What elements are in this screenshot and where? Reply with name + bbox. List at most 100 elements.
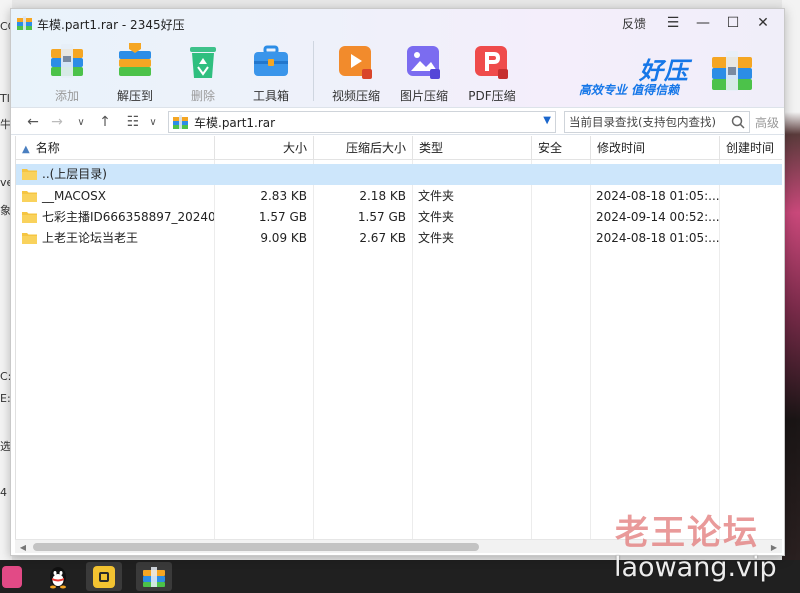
row-size: 2.83 KB: [260, 189, 307, 203]
row-size: 1.57 GB: [258, 210, 307, 224]
forward-button[interactable]: →: [47, 112, 67, 132]
toolbar-separator: [313, 41, 314, 101]
add-label: 添加: [54, 89, 79, 103]
back-button[interactable]: ←: [23, 112, 43, 132]
extract-icon: [119, 43, 151, 76]
path-field[interactable]: 车模.part1.rar ▼: [168, 111, 556, 133]
row-name: 七彩主播ID666358897_20240...: [42, 210, 214, 224]
window-title: 车模.part1.rar - 2345好压: [37, 18, 185, 32]
file-list: ▲ 名称 大小 压缩后大小 类型 安全 修改时间 创建时间 ..(上层目录) __…: [15, 136, 782, 539]
row-type: 文件夹: [418, 210, 455, 224]
taskbar-app-qq[interactable]: [40, 562, 76, 591]
row-name-cell: 上老王论坛当老王: [16, 228, 214, 249]
folder-icon: [22, 233, 37, 244]
row-name-cell: ..(上层目录): [16, 164, 214, 185]
taskbar-app-pink[interactable]: [0, 562, 24, 591]
table-row[interactable]: 七彩主播ID666358897_20240... 1.57 GB 1.57 GB…: [16, 207, 782, 228]
pdf-compress-icon: [475, 46, 508, 79]
watermark-url: laowang.vip: [614, 552, 777, 583]
maximize-button[interactable]: ☐: [718, 12, 748, 34]
archive-icon: [173, 115, 188, 129]
sticky-note-icon: [93, 565, 115, 588]
delete-button[interactable]: 删除: [169, 37, 237, 105]
image-compress-button[interactable]: 图片压缩: [390, 37, 458, 105]
up-level-button[interactable]: ↑: [95, 112, 115, 132]
folder-icon: [22, 169, 37, 180]
taskbar-app-haozip[interactable]: [136, 562, 172, 591]
image-compress-icon: [407, 46, 440, 79]
haozip-app-icon: [17, 16, 32, 30]
taskbar-app-notes[interactable]: [86, 562, 122, 591]
brand-slogan: 高效专业 值得信赖: [579, 83, 680, 97]
table-row-parent-dir[interactable]: ..(上层目录): [16, 164, 782, 185]
video-compress-icon: [339, 46, 372, 79]
scroll-left-icon[interactable]: ◀: [17, 541, 29, 553]
row-packed-size: 2.18 KB: [359, 189, 406, 203]
scrollbar-thumb[interactable]: [33, 543, 479, 551]
folder-icon: [22, 191, 37, 202]
search-field[interactable]: [564, 111, 750, 133]
add-button[interactable]: 添加: [33, 37, 101, 105]
column-header-type[interactable]: 类型: [413, 136, 532, 160]
menu-button[interactable]: ☰: [658, 12, 688, 34]
address-bar-row: ← → ∨ ↑ ☷ ∨ 车模.part1.rar ▼ 高级: [11, 107, 784, 135]
header-area: 车模.part1.rar - 2345好压 反馈 ☰ — ☐ ✕ 添加 解压到 …: [11, 9, 784, 107]
column-header-name[interactable]: ▲ 名称: [16, 136, 215, 160]
desktop-text-fragment: 4: [0, 486, 7, 499]
video-compress-button[interactable]: 视频压缩: [322, 37, 390, 105]
row-packed-size: 2.67 KB: [359, 231, 406, 245]
recycle-bin-icon: [190, 47, 216, 78]
row-type: 文件夹: [418, 231, 455, 245]
pdf-compress-button[interactable]: PDF压缩: [458, 37, 526, 105]
row-modified: 2024-09-14 00:52:...: [596, 210, 719, 224]
view-mode-dropdown[interactable]: ∨: [143, 112, 163, 132]
add-archive-icon: [51, 44, 83, 78]
toolbox-button[interactable]: 工具箱: [237, 37, 305, 105]
column-header-packed-size[interactable]: 压缩后大小: [314, 136, 413, 160]
column-header-security[interactable]: 安全: [532, 136, 591, 160]
delete-label: 删除: [190, 89, 215, 103]
extract-button[interactable]: 解压到: [101, 37, 169, 105]
video-compress-label: 视频压缩: [331, 89, 380, 103]
title-bar[interactable]: 车模.part1.rar - 2345好压 反馈 ☰ — ☐ ✕: [11, 9, 784, 37]
pdf-compress-label: PDF压缩: [468, 89, 516, 103]
view-mode-button[interactable]: ☷: [123, 112, 143, 132]
brand-banner: 好压 高效专业 值得信赖: [579, 47, 754, 103]
search-input[interactable]: [569, 115, 727, 129]
row-name-cell: 七彩主播ID666358897_20240...: [16, 207, 214, 228]
folder-icon: [22, 212, 37, 223]
row-type: 文件夹: [418, 189, 455, 203]
row-packed-size: 1.57 GB: [357, 210, 406, 224]
close-button[interactable]: ✕: [748, 12, 778, 34]
row-name: __MACOSX: [42, 189, 107, 203]
main-toolbar: 添加 解压到 删除 工具箱 视频压缩 图片压缩 PDF压缩: [33, 37, 526, 105]
extract-label: 解压到: [116, 89, 153, 103]
column-header-size[interactable]: 大小: [215, 136, 314, 160]
column-header-created[interactable]: 创建时间: [720, 136, 782, 160]
advanced-search-link[interactable]: 高级: [755, 114, 779, 131]
row-size: 9.09 KB: [260, 231, 307, 245]
watermark-text: 老王论坛: [615, 513, 759, 553]
row-modified: 2024-08-18 01:05:...: [596, 189, 719, 203]
table-row[interactable]: 上老王论坛当老王 9.09 KB 2.67 KB 文件夹 2024-08-18 …: [16, 228, 782, 249]
row-name: ..(上层目录): [42, 167, 107, 181]
image-compress-label: 图片压缩: [399, 89, 448, 103]
row-modified: 2024-08-18 01:05:...: [596, 231, 719, 245]
qq-penguin-icon: [50, 566, 66, 588]
path-dropdown-icon[interactable]: ▼: [543, 115, 551, 126]
file-list-header: ▲ 名称 大小 压缩后大小 类型 安全 修改时间 创建时间: [16, 136, 782, 160]
haozip-icon: [143, 566, 165, 587]
path-text: 车模.part1.rar: [194, 115, 276, 130]
column-name-label: 名称: [35, 141, 60, 155]
desktop-text-fragment: Tl: [0, 92, 10, 105]
history-dropdown-button[interactable]: ∨: [71, 112, 91, 132]
haozip-window: 车模.part1.rar - 2345好压 反馈 ☰ — ☐ ✕ 添加 解压到 …: [10, 8, 785, 556]
feedback-button[interactable]: 反馈: [622, 15, 646, 32]
table-row[interactable]: __MACOSX 2.83 KB 2.18 KB 文件夹 2024-08-18 …: [16, 186, 782, 207]
minimize-button[interactable]: —: [688, 12, 718, 34]
column-header-modified[interactable]: 修改时间: [591, 136, 720, 160]
sort-ascending-icon: ▲: [22, 144, 30, 155]
toolbox-label: 工具箱: [252, 89, 289, 103]
search-icon[interactable]: [731, 115, 745, 129]
haozip-logo: [712, 51, 752, 91]
